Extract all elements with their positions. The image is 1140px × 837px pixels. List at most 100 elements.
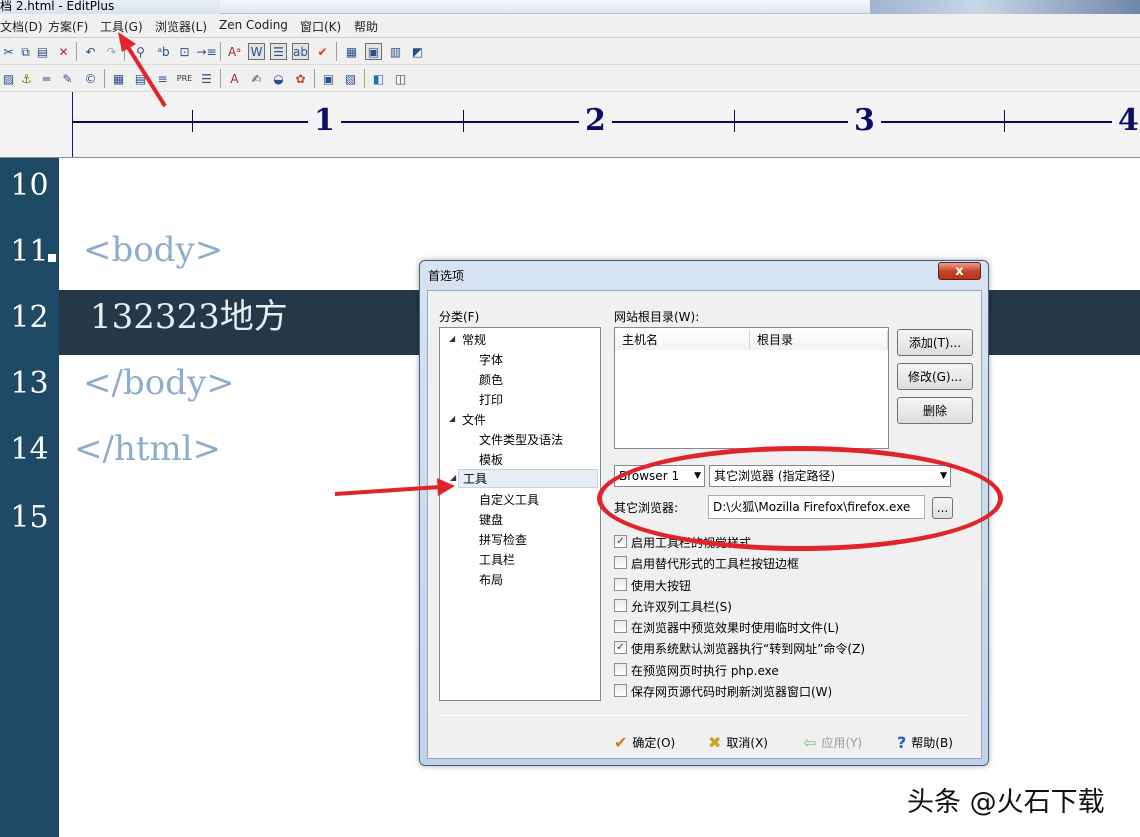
cancel-button[interactable]: ✖ 取消(X) — [708, 732, 768, 752]
spell-abc-icon[interactable]: ab — [292, 43, 309, 60]
dialog-title: 首选项 — [428, 269, 465, 283]
webroot-list[interactable]: 主机名 根目录 — [614, 327, 889, 449]
tree-item-general[interactable]: ◢ 常规 — [449, 331, 486, 348]
menu-tools[interactable]: 工具(G) — [100, 18, 143, 35]
replace-icon[interactable]: ᵃb — [155, 43, 172, 60]
toolbar-separator — [336, 42, 337, 61]
menu-help[interactable]: 帮助 — [354, 18, 378, 35]
toolbar-separator — [314, 69, 315, 88]
background-tabs — [220, 0, 870, 14]
column-header-hostname[interactable]: 主机名 — [615, 330, 750, 350]
cliptext-icon[interactable]: ▥ — [387, 43, 404, 60]
cut-icon[interactable]: ✂ — [0, 43, 17, 60]
ruler-tick — [734, 110, 735, 132]
menu-window[interactable]: 窗口(K) — [300, 18, 341, 35]
spell-check-icon[interactable]: ✔ — [314, 43, 331, 60]
directory-window-icon[interactable]: ▣ — [365, 43, 382, 60]
arrow-left-icon: ⇦ — [803, 732, 817, 752]
tree-item-filetypes[interactable]: 文件类型及语法 — [479, 431, 563, 448]
browser-icon[interactable]: ◩ — [409, 43, 426, 60]
fullscreen-icon[interactable]: ◫ — [392, 70, 409, 87]
tree-item-template[interactable]: 模板 — [479, 451, 503, 468]
color-icon[interactable]: ◒ — [270, 70, 287, 87]
ruler-mark: 1 — [308, 104, 341, 138]
align-icon[interactable]: ≡ — [154, 70, 171, 87]
menu-browser[interactable]: 浏览器(L) — [155, 18, 207, 35]
close-icon: x — [955, 263, 964, 279]
font-icon[interactable]: Aᵃ — [226, 43, 243, 60]
code-line[interactable]: <body> — [83, 230, 223, 270]
font-tag-icon[interactable]: A — [226, 70, 243, 87]
menu-zen-coding[interactable]: Zen Coding — [219, 18, 288, 32]
tree-item-print[interactable]: 打印 — [479, 391, 503, 408]
toolbar-separator — [364, 69, 365, 88]
line-number: 10 — [10, 168, 49, 203]
cross-icon: ✖ — [708, 732, 722, 752]
goto-line-icon[interactable]: →≡ — [196, 43, 216, 60]
annotation-oval — [597, 446, 1003, 551]
option-label: 使用系统默认浏览器执行“转到网址”命令(Z) — [631, 642, 866, 656]
output-window-icon[interactable]: ▦ — [343, 43, 360, 60]
layout-icon[interactable]: ▤ — [132, 70, 149, 87]
delete-icon[interactable]: ✕ — [55, 43, 72, 60]
menu-scheme[interactable]: 方案(F) — [48, 18, 88, 35]
help-button[interactable]: ? 帮助(B) — [897, 732, 953, 752]
palette-icon[interactable]: ✿ — [292, 70, 309, 87]
line-number: 12 — [10, 300, 49, 335]
modify-button[interactable]: 修改(G)... — [897, 363, 973, 390]
add-button[interactable]: 添加(T)... — [897, 329, 973, 356]
ruler-tick — [463, 110, 464, 132]
option-label: 在预览网页时执行 php.exe — [631, 664, 779, 678]
highlight-icon[interactable]: ✎ — [59, 70, 76, 87]
preview-icon[interactable]: ◧ — [370, 70, 387, 87]
anchor-icon[interactable]: ⚓ — [18, 70, 35, 87]
special-char-icon[interactable]: © — [82, 70, 99, 87]
code-line-current[interactable]: 132323地方 — [90, 297, 288, 337]
word-wrap-icon[interactable]: W — [248, 43, 265, 60]
watermark: 头条 @火石下载 — [907, 787, 1105, 818]
redo-icon[interactable]: ↷ — [103, 43, 120, 60]
tree-item-user-tools[interactable]: 自定义工具 — [479, 491, 539, 508]
line-number-icon[interactable]: ☰ — [270, 43, 287, 60]
pre-icon[interactable]: PRE — [176, 70, 193, 87]
close-button[interactable]: x — [938, 262, 981, 280]
tree-item-keyboard[interactable]: 键盘 — [479, 511, 503, 528]
tree-expand-icon: ◢ — [449, 414, 456, 423]
copy-icon[interactable]: ⧉ — [17, 43, 34, 60]
ok-button[interactable]: ✔ 确定(O) — [614, 732, 675, 752]
code-line[interactable]: </body> — [83, 363, 235, 403]
tree-item-color[interactable]: 颜色 — [479, 371, 503, 388]
menu-document[interactable]: 文档(D) — [0, 18, 43, 35]
form-icon[interactable]: ▣ — [320, 70, 337, 87]
tree-item-toolbar[interactable]: 工具栏 — [479, 551, 515, 568]
checkbox-icon — [614, 684, 627, 697]
delete-button[interactable]: 删除 — [897, 397, 973, 424]
table-icon[interactable]: ▦ — [110, 70, 127, 87]
tree-item-layout[interactable]: 布局 — [479, 571, 503, 588]
dialog-divider — [439, 715, 969, 716]
tree-item-label: 文件 — [462, 413, 487, 427]
code-line[interactable]: </html> — [74, 429, 221, 469]
cancel-label: 取消(X) — [726, 735, 768, 750]
image-icon[interactable]: ▨ — [0, 70, 17, 87]
help-label: 帮助(B) — [911, 735, 953, 750]
checkbox-icon — [614, 599, 627, 612]
find-icon[interactable]: ⚲ — [132, 43, 149, 60]
edit-icon[interactable]: ✍ — [248, 70, 265, 87]
tree-item-font[interactable]: 字体 — [479, 351, 503, 368]
tree-item-tools[interactable]: ◢ 工具 — [450, 469, 598, 488]
background-strip — [870, 0, 1140, 14]
checkbox-icon — [614, 663, 627, 676]
ruler-tick — [1004, 110, 1005, 132]
list-icon[interactable]: ☰ — [198, 70, 215, 87]
apply-button[interactable]: ⇦ 应用(Y) — [803, 732, 862, 752]
tree-item-spell-check[interactable]: 拼写检查 — [479, 531, 527, 548]
find-in-files-icon[interactable]: ⊡ — [176, 43, 193, 60]
hr-icon[interactable]: ═ — [38, 70, 55, 87]
paste-icon[interactable]: ▤ — [34, 43, 51, 60]
tree-item-file[interactable]: ◢ 文件 — [449, 411, 487, 428]
undo-icon[interactable]: ↶ — [82, 43, 99, 60]
tree-expand-icon: ◢ — [449, 334, 456, 343]
div-icon[interactable]: ▧ — [342, 70, 359, 87]
column-header-root[interactable]: 根目录 — [750, 330, 888, 350]
